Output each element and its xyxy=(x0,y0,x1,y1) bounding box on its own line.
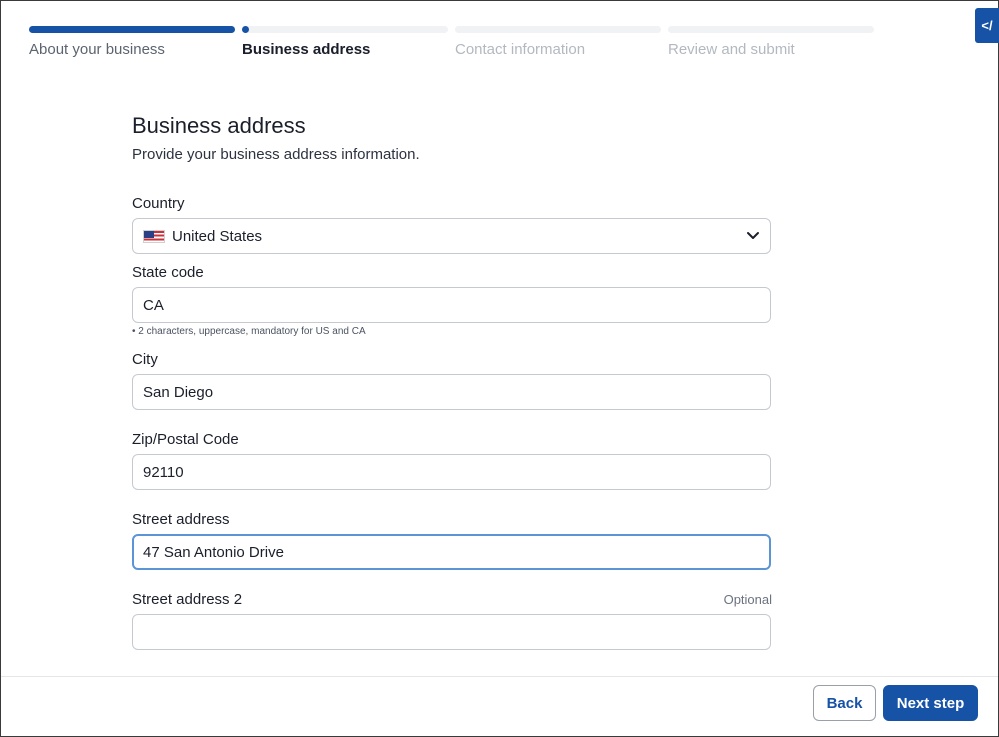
business-address-form: Business address Provide your business a… xyxy=(132,113,772,163)
state-code-value: CA xyxy=(143,296,164,314)
next-step-button[interactable]: Next step xyxy=(883,685,978,721)
step-label: Business address xyxy=(242,41,371,58)
street-address-value: 47 San Antonio Drive xyxy=(143,543,284,561)
state-code-hint: • 2 characters, uppercase, mandatory for… xyxy=(132,326,366,337)
country-value: United States xyxy=(172,227,263,245)
back-button[interactable]: Back xyxy=(813,685,876,721)
step-label: Contact information xyxy=(455,41,586,58)
state-code-input[interactable]: CA xyxy=(132,287,771,323)
street-address-2-field: Street address 2 Optional xyxy=(132,591,772,650)
footer-bar: Back Next step xyxy=(1,676,998,736)
step-business-address: Business address xyxy=(242,26,448,58)
country-field: Country United States xyxy=(132,195,772,254)
state-code-label: State code xyxy=(132,264,204,281)
zip-value: 92110 xyxy=(143,463,184,481)
state-code-field: State code CA • 2 characters, uppercase,… xyxy=(132,264,772,337)
step-progress-bar xyxy=(29,26,235,33)
step-contact-information: Contact information xyxy=(455,26,661,58)
street-address-input[interactable]: 47 San Antonio Drive xyxy=(132,534,771,570)
step-about-your-business: About your business xyxy=(29,26,235,58)
code-toggle-button[interactable]: </ xyxy=(975,8,999,43)
street-address-label: Street address xyxy=(132,511,230,528)
city-input[interactable]: San Diego xyxy=(132,374,771,410)
city-label: City xyxy=(132,351,158,368)
step-progress-bar xyxy=(668,26,874,33)
zip-field: Zip/Postal Code 92110 xyxy=(132,431,772,490)
street-address-field: Street address 47 San Antonio Drive xyxy=(132,511,772,570)
optional-label: Optional xyxy=(723,592,772,607)
street-address-2-label: Street address 2 xyxy=(132,591,243,608)
country-select[interactable]: United States xyxy=(132,218,771,254)
page-subtitle: Provide your business address informatio… xyxy=(132,146,420,163)
step-label: About your business xyxy=(29,41,165,58)
city-field: City San Diego xyxy=(132,351,772,410)
city-value: San Diego xyxy=(143,383,214,401)
country-label: Country xyxy=(132,195,185,212)
street-address-2-input[interactable] xyxy=(132,614,771,650)
step-review-and-submit: Review and submit xyxy=(668,26,874,58)
step-progress-bar xyxy=(242,26,448,33)
us-flag-icon xyxy=(143,229,165,243)
code-icon: </ xyxy=(981,18,993,33)
step-progress-bar xyxy=(455,26,661,33)
step-label: Review and submit xyxy=(668,41,795,58)
page-title: Business address xyxy=(132,113,306,138)
chevron-down-icon xyxy=(747,232,759,239)
zip-label: Zip/Postal Code xyxy=(132,431,239,448)
zip-input[interactable]: 92110 xyxy=(132,454,771,490)
current-step-dot xyxy=(242,26,249,33)
